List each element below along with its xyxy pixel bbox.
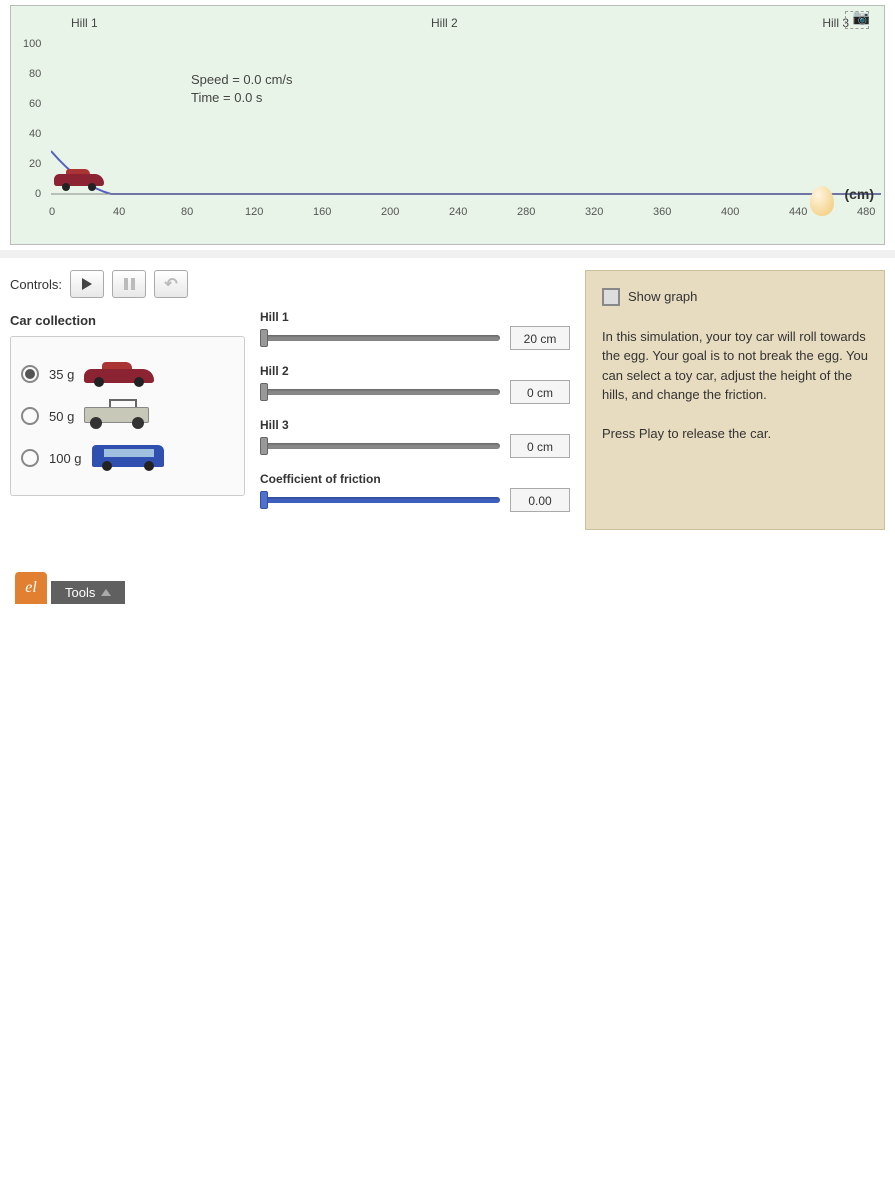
slider-label-hill2: Hill 2 — [260, 364, 570, 378]
car-collection: 35 g 50 g 100 g — [10, 336, 245, 496]
slider-label-hill1: Hill 1 — [260, 310, 570, 324]
y-tick: 80 — [29, 68, 41, 80]
tools-button[interactable]: Tools — [51, 581, 125, 604]
info-text-1: In this simulation, your toy car will ro… — [602, 327, 868, 405]
radio-35g[interactable] — [21, 365, 39, 383]
slider-hill1[interactable] — [260, 335, 500, 341]
axis-unit: (cm) — [844, 186, 874, 202]
info-text-2: Press Play to release the car. — [602, 424, 868, 444]
x-tick: 360 — [653, 206, 671, 218]
x-tick: 320 — [585, 206, 603, 218]
y-tick: 100 — [23, 38, 41, 50]
slider-value-hill1[interactable]: 20 cm — [510, 326, 570, 350]
car-option-100g[interactable]: 100 g — [21, 443, 234, 473]
slider-hill3[interactable] — [260, 443, 500, 449]
car-weight-label: 50 g — [49, 409, 74, 424]
reset-button[interactable]: ↶ — [154, 270, 188, 298]
x-tick: 40 — [113, 206, 125, 218]
car-bus-icon — [92, 443, 172, 473]
y-tick: 0 — [35, 188, 41, 200]
car-sedan-icon — [84, 359, 164, 389]
controls-label: Controls: — [10, 277, 62, 292]
car-weight-label: 35 g — [49, 367, 74, 382]
x-tick: 480 — [857, 206, 875, 218]
y-tick: 60 — [29, 98, 41, 110]
slider-thumb[interactable] — [260, 329, 268, 347]
slider-hill2[interactable] — [260, 389, 500, 395]
y-tick: 40 — [29, 128, 41, 140]
controls-panel: Controls: ↶ Car collection 35 g 50 g 100… — [0, 260, 895, 540]
tools-bar: el Tools — [15, 572, 125, 604]
slider-thumb[interactable] — [260, 437, 268, 455]
slider-value-friction[interactable]: 0.00 — [510, 488, 570, 512]
radio-100g[interactable] — [21, 449, 39, 467]
car-collection-title: Car collection — [10, 313, 245, 328]
slider-thumb[interactable] — [260, 491, 268, 509]
snapshot-icon[interactable] — [845, 11, 869, 29]
x-tick: 0 — [49, 206, 55, 218]
x-tick: 160 — [313, 206, 331, 218]
reset-icon: ↶ — [164, 274, 177, 294]
x-tick: 400 — [721, 206, 739, 218]
x-tick: 440 — [789, 206, 807, 218]
slider-label-hill3: Hill 3 — [260, 418, 570, 432]
tools-label: Tools — [65, 585, 95, 600]
y-tick: 20 — [29, 158, 41, 170]
hill-label-1: Hill 1 — [71, 16, 98, 30]
hill-label-2: Hill 2 — [431, 16, 458, 30]
x-tick: 240 — [449, 206, 467, 218]
car-option-35g[interactable]: 35 g — [21, 359, 234, 389]
slider-label-friction: Coefficient of friction — [260, 472, 570, 486]
show-graph-checkbox[interactable] — [602, 288, 620, 306]
x-tick: 280 — [517, 206, 535, 218]
divider — [0, 250, 895, 258]
simulation-canvas: Hill 1 Hill 2 Hill 3 100 80 60 40 20 0 S… — [10, 5, 885, 245]
car-sprite — [54, 171, 104, 191]
pause-icon — [124, 278, 135, 290]
x-tick: 200 — [381, 206, 399, 218]
radio-50g[interactable] — [21, 407, 39, 425]
car-jeep-icon — [84, 401, 164, 431]
x-tick: 80 — [181, 206, 193, 218]
brand-badge-icon: el — [15, 572, 47, 604]
play-button[interactable] — [70, 270, 104, 298]
slider-value-hill3[interactable]: 0 cm — [510, 434, 570, 458]
car-weight-label: 100 g — [49, 451, 82, 466]
slider-friction[interactable] — [260, 497, 500, 503]
car-option-50g[interactable]: 50 g — [21, 401, 234, 431]
chevron-up-icon — [101, 589, 111, 596]
play-icon — [82, 278, 92, 290]
slider-thumb[interactable] — [260, 383, 268, 401]
egg-sprite — [810, 186, 834, 216]
pause-button[interactable] — [112, 270, 146, 298]
info-panel: Show graph In this simulation, your toy … — [585, 270, 885, 530]
slider-value-hill2[interactable]: 0 cm — [510, 380, 570, 404]
x-tick: 120 — [245, 206, 263, 218]
show-graph-label: Show graph — [628, 287, 697, 307]
